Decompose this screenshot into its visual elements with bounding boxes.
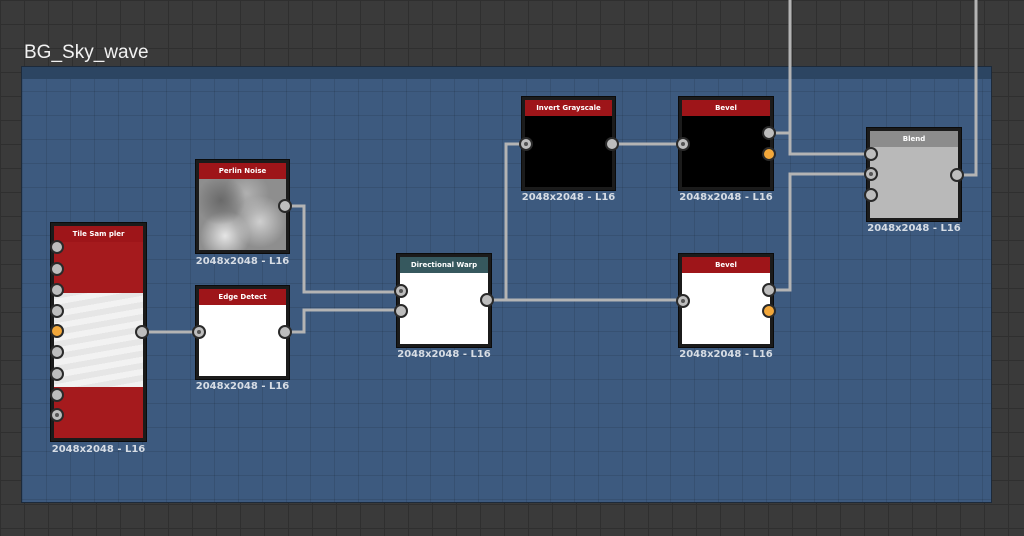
- node-resolution-label: 2048x2048 - L16: [195, 381, 290, 392]
- node-thumbnail: [54, 242, 143, 438]
- node-thumbnail: [525, 116, 612, 187]
- input-port[interactable]: [864, 147, 878, 161]
- node-thumbnail: [870, 147, 958, 218]
- node-title: Directional Warp: [400, 257, 488, 273]
- node-title: Bevel: [682, 257, 770, 273]
- node-bevel-bottom[interactable]: Bevel: [679, 254, 773, 347]
- output-port[interactable]: [762, 304, 776, 318]
- output-port[interactable]: [278, 199, 292, 213]
- node-edge-detect[interactable]: Edge Detect: [196, 286, 289, 379]
- node-title: Edge Detect: [199, 289, 286, 305]
- input-port[interactable]: [192, 325, 206, 339]
- node-blend[interactable]: Blend: [867, 128, 961, 221]
- node-tile-sampler[interactable]: Tile Sam pler: [51, 223, 146, 441]
- output-port[interactable]: [762, 126, 776, 140]
- node-thumbnail: [199, 305, 286, 376]
- output-port[interactable]: [135, 325, 149, 339]
- input-port[interactable]: [50, 345, 64, 359]
- node-thumbnail: [682, 116, 770, 187]
- node-directional-warp[interactable]: Directional Warp: [397, 254, 491, 347]
- node-resolution-label: 2048x2048 - L16: [397, 349, 491, 360]
- node-thumbnail: [199, 179, 286, 250]
- output-port[interactable]: [762, 147, 776, 161]
- node-thumbnail: [682, 273, 770, 344]
- node-title: Perlin Noise: [199, 163, 286, 179]
- frame-title[interactable]: BG_Sky_wave: [24, 42, 149, 64]
- output-port[interactable]: [278, 325, 292, 339]
- input-port[interactable]: [50, 408, 64, 422]
- node-title: Blend: [870, 131, 958, 147]
- node-resolution-label: 2048x2048 - L16: [521, 192, 616, 203]
- output-port[interactable]: [605, 137, 619, 151]
- input-port[interactable]: [50, 324, 64, 338]
- node-resolution-label: 2048x2048 - L16: [679, 192, 773, 203]
- frame-background[interactable]: [21, 66, 992, 503]
- input-port[interactable]: [50, 304, 64, 318]
- node-invert-grayscale[interactable]: Invert Grayscale: [522, 97, 615, 190]
- input-port[interactable]: [50, 388, 64, 402]
- node-resolution-label: 2048x2048 - L16: [679, 349, 773, 360]
- input-port[interactable]: [519, 137, 533, 151]
- input-port[interactable]: [394, 284, 408, 298]
- input-port[interactable]: [50, 262, 64, 276]
- node-title: Tile Sam pler: [54, 226, 143, 242]
- input-port[interactable]: [864, 188, 878, 202]
- node-resolution-label: 2048x2048 - L16: [51, 444, 146, 455]
- node-perlin-noise[interactable]: Perlin Noise: [196, 160, 289, 253]
- input-port[interactable]: [676, 137, 690, 151]
- output-port[interactable]: [480, 293, 494, 307]
- node-bevel-top[interactable]: Bevel: [679, 97, 773, 190]
- input-port[interactable]: [50, 283, 64, 297]
- input-port[interactable]: [50, 367, 64, 381]
- input-port[interactable]: [864, 167, 878, 181]
- node-title: Invert Grayscale: [525, 100, 612, 116]
- output-port[interactable]: [762, 283, 776, 297]
- input-port[interactable]: [394, 304, 408, 318]
- node-resolution-label: 2048x2048 - L16: [195, 256, 290, 267]
- output-port[interactable]: [950, 168, 964, 182]
- node-resolution-label: 2048x2048 - L16: [867, 223, 961, 234]
- node-thumbnail: [400, 273, 488, 344]
- frame-header-bar: [22, 67, 991, 79]
- node-title: Bevel: [682, 100, 770, 116]
- input-port[interactable]: [50, 240, 64, 254]
- input-port[interactable]: [676, 294, 690, 308]
